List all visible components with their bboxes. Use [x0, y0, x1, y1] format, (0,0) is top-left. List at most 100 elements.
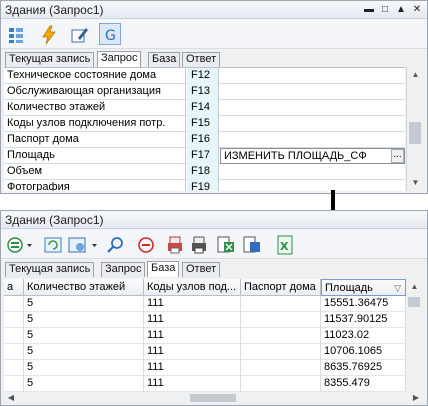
close-icon[interactable]: ✕	[409, 2, 425, 18]
view-options-icon[interactable]	[4, 233, 32, 255]
table-cell[interactable]: 111	[144, 328, 241, 344]
scroll-thumb[interactable]	[409, 122, 421, 144]
field-expression[interactable]	[220, 84, 405, 100]
table-cell[interactable]: 5	[24, 360, 144, 376]
field-name: Техническое состояние дома	[4, 68, 186, 84]
field-expression[interactable]	[220, 180, 405, 191]
tab-answer[interactable]: Ответ	[182, 262, 221, 277]
stop-icon[interactable]	[134, 233, 156, 255]
table-cell[interactable]	[4, 360, 24, 376]
print-icon[interactable]	[164, 233, 186, 255]
fields-list-icon[interactable]	[4, 23, 26, 45]
ellipsis-button[interactable]: ...	[391, 149, 404, 163]
export-word-icon[interactable]	[240, 233, 262, 255]
execute-lightning-icon[interactable]	[37, 23, 59, 45]
scroll-thumb[interactable]	[408, 297, 420, 307]
table-cell[interactable]: 5	[24, 344, 144, 360]
field-expression-input[interactable]: ИЗМЕНИТЬ ПЛОЩАДЬ_СФ	[220, 148, 405, 164]
table-row[interactable]: Коды узлов подключения потр. F15	[4, 116, 405, 132]
tab-current-record[interactable]: Текущая запись	[5, 52, 95, 67]
title-bar: Здания (Запрос1)	[1, 211, 427, 229]
column-header[interactable]: Количество этажей	[24, 279, 144, 296]
table-row[interactable]: Объем F18	[4, 164, 405, 180]
table-row[interactable]: Обслуживающая организация F13	[4, 84, 405, 100]
table-cell[interactable]: 111	[144, 312, 241, 328]
scroll-thumb[interactable]	[190, 394, 236, 402]
table-cell[interactable]	[241, 376, 321, 392]
export-excel-icon[interactable]	[214, 233, 236, 255]
table-row[interactable]: Фотография F19	[4, 180, 405, 191]
g-mode-icon[interactable]: G	[99, 23, 121, 45]
area-cell[interactable]: 11537.90125	[321, 312, 406, 328]
column-header[interactable]: Коды узлов под...	[144, 279, 241, 296]
field-expression[interactable]	[220, 132, 405, 148]
field-code: F13	[187, 84, 219, 100]
title-bar: Здания (Запрос1) ▬ □ ▲ ✕	[1, 1, 427, 19]
refresh-icon[interactable]	[41, 233, 63, 255]
area-cell[interactable]: 15551.36475	[321, 296, 406, 312]
maximize-icon[interactable]: □	[377, 2, 393, 18]
field-expression[interactable]	[220, 116, 405, 132]
area-cell[interactable]: 8635.76925	[321, 360, 406, 376]
column-header[interactable]: а	[4, 279, 24, 296]
horizontal-scrollbar[interactable]: ◀ ▶	[4, 392, 423, 404]
table-cell[interactable]: 5	[24, 376, 144, 392]
area-cell[interactable]: 10706.1065	[321, 344, 406, 360]
field-expression[interactable]	[220, 100, 405, 116]
edit-icon[interactable]	[68, 23, 90, 45]
table-cell[interactable]	[241, 360, 321, 376]
field-expression[interactable]	[220, 68, 405, 84]
table-row[interactable]: Количество этажей F14	[4, 100, 405, 116]
scroll-left-icon[interactable]: ◀	[4, 392, 18, 404]
area-cell[interactable]: 11023.02	[321, 328, 406, 344]
excel-icon[interactable]: X	[273, 233, 295, 255]
area-cell[interactable]: 8355.479	[321, 376, 406, 392]
scroll-up-icon[interactable]: ▲	[406, 279, 423, 295]
scroll-up-icon[interactable]: ▲	[407, 67, 424, 83]
field-expression[interactable]	[220, 164, 405, 180]
table-cell[interactable]	[4, 296, 24, 312]
collapse-up-icon[interactable]: ▲	[393, 2, 409, 18]
scroll-right-icon[interactable]: ▶	[409, 392, 423, 404]
table-cell[interactable]	[241, 312, 321, 328]
table-cell[interactable]	[4, 328, 24, 344]
table-cell[interactable]	[4, 344, 24, 360]
vertical-scrollbar[interactable]: ▲	[406, 279, 423, 392]
table-cell[interactable]: 111	[144, 296, 241, 312]
window-title: Здания (Запрос1)	[5, 3, 104, 17]
toolbar: G	[1, 19, 427, 49]
table-row[interactable]: Техническое состояние дома F12	[4, 68, 405, 84]
table-row[interactable]: Паспорт дома F16	[4, 132, 405, 148]
table-cell[interactable]	[241, 328, 321, 344]
tab-answer[interactable]: Ответ	[182, 52, 221, 67]
tab-query[interactable]: Запрос	[101, 262, 146, 277]
table-cell[interactable]: 111	[144, 376, 241, 392]
table-cell[interactable]: 5	[24, 296, 144, 312]
column-header-sorted[interactable]: Площадь ▽	[321, 279, 406, 296]
table-cell[interactable]	[241, 296, 321, 312]
tab-base[interactable]: База	[147, 261, 180, 277]
table-cell[interactable]	[241, 344, 321, 360]
print-preview-icon[interactable]	[188, 233, 210, 255]
minimize-icon[interactable]: ▬	[361, 2, 377, 18]
scroll-down-icon[interactable]: ▼	[407, 175, 424, 191]
table-cell[interactable]: 111	[144, 360, 241, 376]
image-view-icon[interactable]	[65, 233, 97, 255]
tab-query[interactable]: Запрос	[97, 51, 142, 67]
search-icon[interactable]	[104, 233, 126, 255]
field-code: F15	[187, 116, 219, 132]
table-cell[interactable]: 5	[24, 312, 144, 328]
column-header[interactable]: Паспорт дома	[241, 279, 321, 296]
field-name: Фотография	[4, 180, 186, 191]
toolbar: X	[1, 229, 427, 259]
table-row-selected[interactable]: Площадь F17 ИЗМЕНИТЬ ПЛОЩАДЬ_СФ ...	[4, 148, 405, 164]
sort-filter-icon[interactable]: ▽	[394, 280, 401, 295]
table-cell[interactable]	[4, 312, 24, 328]
table-cell[interactable]	[4, 376, 24, 392]
table-cell[interactable]: 111	[144, 344, 241, 360]
tab-base[interactable]: База	[148, 52, 181, 67]
field-name: Коды узлов подключения потр.	[4, 116, 186, 132]
vertical-scrollbar[interactable]: ▲ ▼	[406, 67, 423, 191]
table-cell[interactable]: 5	[24, 328, 144, 344]
tab-current-record[interactable]: Текущая запись	[5, 262, 95, 277]
